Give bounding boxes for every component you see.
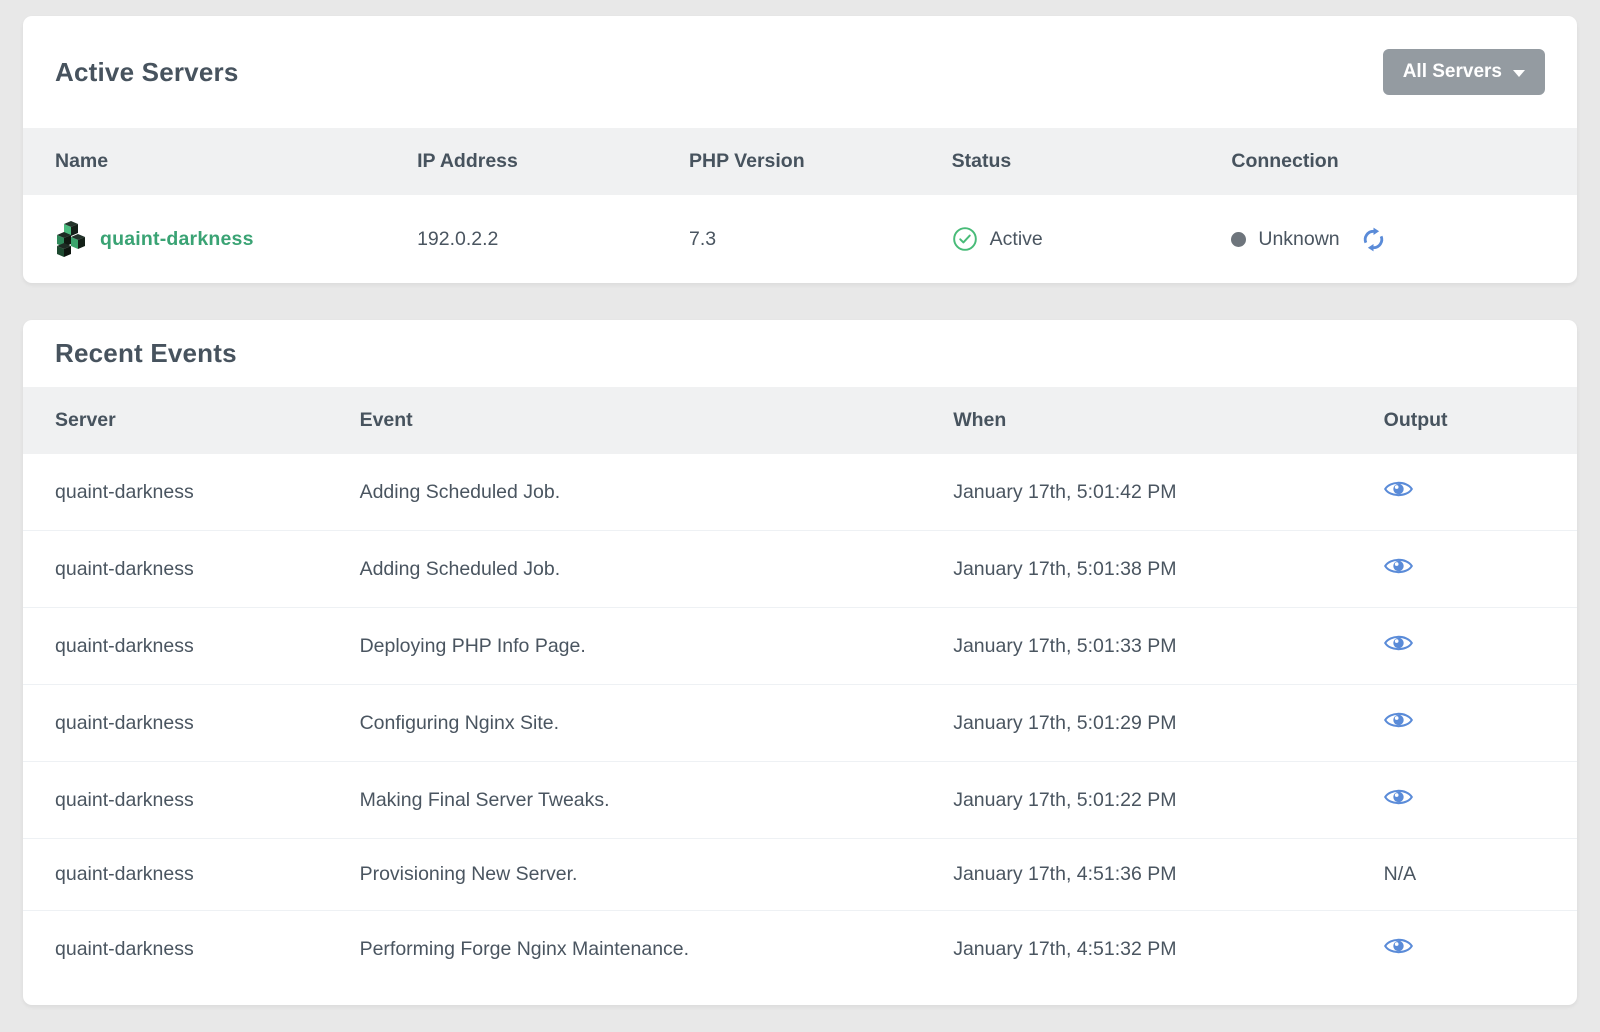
server-name-link[interactable]: quaint-darkness <box>100 228 254 251</box>
refresh-connection-button[interactable] <box>1360 226 1387 253</box>
col-output: Output <box>1352 387 1577 454</box>
recent-events-table: Server Event When Output quaint-darkness… <box>23 387 1577 987</box>
chevron-down-icon <box>1513 70 1525 77</box>
event-description: Performing Forge Nginx Maintenance. <box>360 938 690 960</box>
refresh-icon <box>1360 226 1387 253</box>
eye-icon <box>1384 632 1413 654</box>
event-timestamp: January 17th, 5:01:29 PM <box>953 712 1176 734</box>
active-servers-header: Active Servers All Servers <box>23 16 1577 128</box>
event-description: Making Final Server Tweaks. <box>360 789 610 811</box>
event-server-name: quaint-darkness <box>55 938 194 960</box>
recent-events-header: Recent Events <box>23 320 1577 387</box>
col-name: Name <box>23 128 385 195</box>
recent-events-title: Recent Events <box>55 338 237 369</box>
event-server-name: quaint-darkness <box>55 712 194 734</box>
event-timestamp: January 17th, 4:51:36 PM <box>953 863 1176 885</box>
server-row: quaint-darkness 192.0.2.2 7.3 Active <box>23 195 1577 283</box>
event-timestamp: January 17th, 4:51:32 PM <box>953 938 1176 960</box>
recent-events-card: Recent Events Server Event When Output q… <box>23 320 1577 1005</box>
eye-icon <box>1384 935 1413 957</box>
view-output-button[interactable] <box>1384 935 1413 957</box>
eye-icon <box>1384 709 1413 731</box>
event-row: quaint-darkness Making Final Server Twea… <box>23 762 1577 839</box>
event-description: Deploying PHP Info Page. <box>360 635 586 657</box>
server-php-version: 7.3 <box>689 228 716 250</box>
recent-events-header-row: Server Event When Output <box>23 387 1577 454</box>
view-output-button[interactable] <box>1384 478 1413 500</box>
event-row: quaint-darkness Performing Forge Nginx M… <box>23 911 1577 988</box>
connection-status-dot <box>1231 232 1246 247</box>
event-server-name: quaint-darkness <box>55 558 194 580</box>
view-output-button[interactable] <box>1384 555 1413 577</box>
active-servers-header-row: Name IP Address PHP Version Status Conne… <box>23 128 1577 195</box>
output-na-text: N/A <box>1384 863 1417 885</box>
event-row: quaint-darkness Adding Scheduled Job. Ja… <box>23 454 1577 531</box>
col-when: When <box>921 387 1351 454</box>
event-server-name: quaint-darkness <box>55 635 194 657</box>
active-servers-card: Active Servers All Servers Name IP Addre… <box>23 16 1577 283</box>
server-connection-text: Unknown <box>1258 228 1339 251</box>
event-timestamp: January 17th, 5:01:38 PM <box>953 558 1176 580</box>
server-status-text: Active <box>990 228 1043 251</box>
event-timestamp: January 17th, 5:01:22 PM <box>953 789 1176 811</box>
event-row: quaint-darkness Configuring Nginx Site. … <box>23 685 1577 762</box>
event-row: quaint-darkness Adding Scheduled Job. Ja… <box>23 531 1577 608</box>
col-status: Status <box>920 128 1200 195</box>
all-servers-dropdown-label: All Servers <box>1403 61 1502 83</box>
event-timestamp: January 17th, 5:01:42 PM <box>953 481 1176 503</box>
event-server-name: quaint-darkness <box>55 863 194 885</box>
view-output-button[interactable] <box>1384 786 1413 808</box>
col-connection: Connection <box>1199 128 1577 195</box>
event-server-name: quaint-darkness <box>55 481 194 503</box>
server-ip-address: 192.0.2.2 <box>417 228 498 250</box>
all-servers-dropdown[interactable]: All Servers <box>1383 49 1545 95</box>
col-event: Event <box>328 387 922 454</box>
event-description: Provisioning New Server. <box>360 863 578 885</box>
event-row: quaint-darkness Deploying PHP Info Page.… <box>23 608 1577 685</box>
eye-icon <box>1384 478 1413 500</box>
event-description: Configuring Nginx Site. <box>360 712 559 734</box>
view-output-button[interactable] <box>1384 632 1413 654</box>
recent-events-body: quaint-darkness Adding Scheduled Job. Ja… <box>23 454 1577 987</box>
eye-icon <box>1384 786 1413 808</box>
status-check-icon <box>952 226 978 252</box>
active-servers-table: Name IP Address PHP Version Status Conne… <box>23 128 1577 283</box>
event-row: quaint-darkness Provisioning New Server.… <box>23 839 1577 911</box>
col-server: Server <box>23 387 328 454</box>
server-provider-icon <box>55 221 88 257</box>
col-ip-address: IP Address <box>385 128 657 195</box>
event-timestamp: January 17th, 5:01:33 PM <box>953 635 1176 657</box>
eye-icon <box>1384 555 1413 577</box>
event-description: Adding Scheduled Job. <box>360 558 561 580</box>
col-php-version: PHP Version <box>657 128 920 195</box>
view-output-button[interactable] <box>1384 709 1413 731</box>
event-description: Adding Scheduled Job. <box>360 481 561 503</box>
active-servers-title: Active Servers <box>55 57 238 88</box>
event-server-name: quaint-darkness <box>55 789 194 811</box>
